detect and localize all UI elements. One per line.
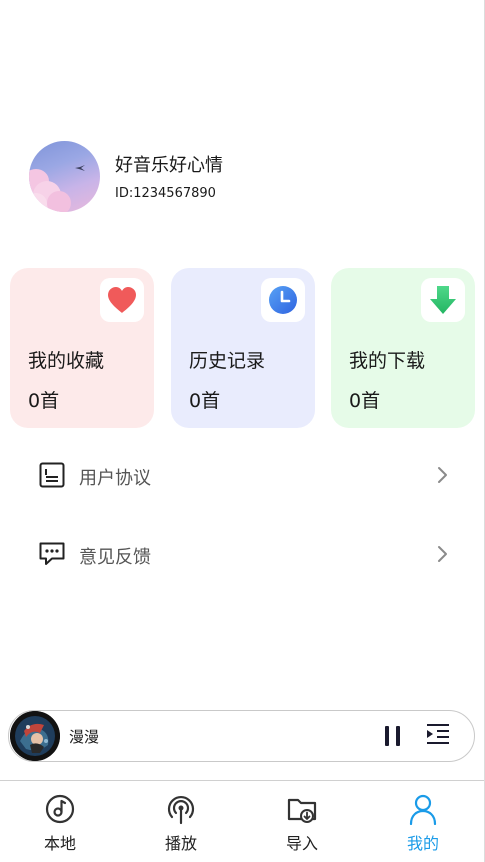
download-arrow-icon [430, 286, 456, 314]
nickname: 好音乐好心情 [115, 155, 223, 176]
bird-icon [75, 165, 85, 171]
favorites-count: 0首 [28, 390, 60, 412]
downloads-icon-box [421, 278, 465, 322]
mine-page: 好音乐好心情 ID:1234567890 我的收藏 0首 历史记录 0首 我的下… [0, 0, 485, 862]
tab-label: 播放 [164, 834, 197, 853]
downloads-count: 0首 [349, 390, 381, 412]
user-id: ID:1234567890 [115, 186, 216, 201]
album-art-image [10, 711, 60, 761]
bottom-nav: 本地 播放 导入 我的 [0, 780, 484, 862]
tab-import[interactable]: 导入 [262, 793, 342, 853]
avatar[interactable] [29, 141, 100, 212]
music-disc-icon [45, 794, 75, 824]
history-card[interactable]: 历史记录 0首 [171, 268, 315, 428]
chevron-right-icon [438, 467, 447, 483]
document-icon [39, 462, 65, 488]
downloads-card[interactable]: 我的下载 0首 [331, 268, 475, 428]
tab-local[interactable]: 本地 [20, 793, 100, 853]
profile-header[interactable]: 好音乐好心情 ID:1234567890 [29, 141, 329, 213]
favorites-card[interactable]: 我的收藏 0首 [10, 268, 154, 428]
album-cover[interactable] [10, 711, 60, 761]
favorites-icon-box [100, 278, 144, 322]
history-count: 0首 [189, 390, 221, 412]
feedback-chat-icon [39, 542, 65, 565]
downloads-title: 我的下载 [349, 350, 426, 372]
chevron-right-icon [438, 546, 447, 562]
tab-play[interactable]: 播放 [141, 793, 221, 853]
pause-icon[interactable] [381, 723, 405, 749]
heart-icon [108, 287, 136, 313]
user-icon [409, 794, 437, 825]
tab-label: 本地 [43, 834, 76, 853]
menu-label: 用户协议 [79, 468, 151, 489]
folder-import-icon [287, 798, 317, 823]
favorites-title: 我的收藏 [28, 350, 105, 372]
menu-item-feedback[interactable]: 意见反馈 [38, 534, 450, 574]
playlist-icon[interactable] [425, 722, 451, 748]
history-title: 历史记录 [189, 350, 266, 372]
tab-label: 导入 [285, 834, 318, 853]
mini-player[interactable]: 漫漫 [8, 710, 475, 762]
menu-label: 意见反馈 [79, 547, 151, 568]
menu-item-user-agreement[interactable]: 用户协议 [38, 455, 450, 495]
tab-label: 我的 [406, 834, 439, 853]
history-icon-box [261, 278, 305, 322]
tab-mine[interactable]: 我的 [383, 793, 463, 853]
track-title: 漫漫 [69, 728, 100, 746]
broadcast-icon [167, 795, 195, 825]
clock-icon [269, 286, 297, 314]
